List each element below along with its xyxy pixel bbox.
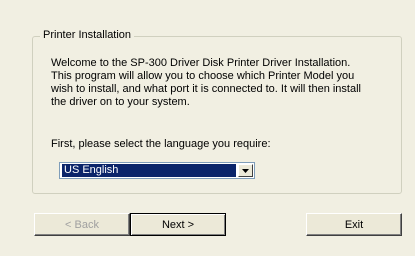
welcome-text: Welcome to the SP-300 Driver Disk Printe…	[51, 57, 361, 108]
exit-button[interactable]: Exit	[306, 213, 402, 236]
back-button[interactable]: < Back	[34, 213, 130, 236]
back-button-label: < Back	[65, 218, 99, 231]
next-button[interactable]: Next >	[130, 213, 226, 236]
group-title: Printer Installation	[40, 29, 135, 42]
chevron-down-icon[interactable]	[238, 164, 253, 177]
language-select-value[interactable]: US English	[62, 164, 236, 177]
exit-button-label: Exit	[344, 218, 364, 231]
language-prompt: First, please select the language you re…	[51, 138, 271, 150]
language-select[interactable]: US English	[59, 162, 255, 179]
next-button-label: Next >	[161, 218, 195, 231]
installer-window: Printer Installation Welcome to the SP-3…	[0, 0, 415, 256]
